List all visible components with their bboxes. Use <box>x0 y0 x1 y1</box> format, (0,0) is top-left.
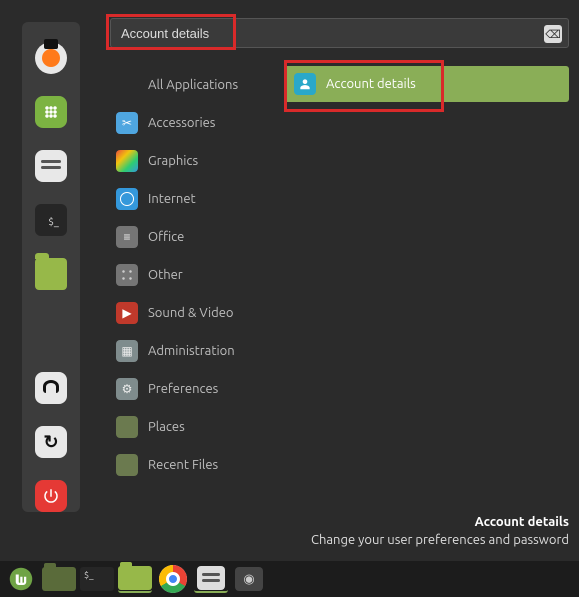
clear-search-icon[interactable]: ⌫ <box>544 25 562 43</box>
category-label: Graphics <box>148 154 198 168</box>
app-label: Account details <box>326 77 416 91</box>
play-icon: ▶ <box>116 302 138 324</box>
category-label: Administration <box>148 344 235 358</box>
taskbar-chrome[interactable] <box>156 565 190 593</box>
category-label: Accessories <box>148 116 215 130</box>
fav-quit[interactable] <box>35 480 67 512</box>
fav-logout[interactable]: ↻ <box>35 426 67 458</box>
category-other[interactable]: Other <box>110 256 270 294</box>
office-icon: ≡ <box>116 226 138 248</box>
taskbar-mint-menu[interactable] <box>4 565 38 593</box>
category-graphics[interactable]: Graphics <box>110 142 270 180</box>
search-input[interactable] <box>121 26 540 41</box>
admin-icon: ▦ <box>116 340 138 362</box>
preferences-icon: ⚙ <box>116 378 138 400</box>
application-menu: ⌫ All Applications ✂ Accessories Graphic… <box>110 18 569 539</box>
app-description: Account details Change your user prefere… <box>311 513 569 549</box>
category-icon <box>116 74 138 96</box>
favorites-panel: $_ ↻ <box>22 22 80 512</box>
fav-terminal[interactable]: $_ <box>35 204 67 236</box>
fav-lock-screen[interactable] <box>35 372 67 404</box>
category-administration[interactable]: ▦ Administration <box>110 332 270 370</box>
globe-icon <box>116 188 138 210</box>
category-office[interactable]: ≡ Office <box>110 218 270 256</box>
fav-system-settings[interactable] <box>35 150 67 182</box>
taskbar-disks[interactable]: ◉ <box>232 565 266 593</box>
taskbar-file-manager-dark[interactable] <box>42 565 76 593</box>
graphics-icon <box>116 150 138 172</box>
fav-files[interactable] <box>35 258 67 290</box>
fav-software-manager[interactable] <box>35 96 67 128</box>
category-label: Places <box>148 420 185 434</box>
category-label: Preferences <box>148 382 218 396</box>
category-all-applications[interactable]: All Applications <box>110 66 270 104</box>
category-preferences[interactable]: ⚙ Preferences <box>110 370 270 408</box>
category-label: All Applications <box>148 78 238 92</box>
taskbar-terminal[interactable]: $_ <box>80 565 114 593</box>
category-sound-video[interactable]: ▶ Sound & Video <box>110 294 270 332</box>
category-label: Recent Files <box>148 458 218 472</box>
scissors-icon: ✂ <box>116 112 138 134</box>
app-description-subtitle: Change your user preferences and passwor… <box>311 531 569 549</box>
category-label: Sound & Video <box>148 306 234 320</box>
category-label: Office <box>148 230 184 244</box>
app-account-details[interactable]: Account details <box>284 66 569 102</box>
category-internet[interactable]: Internet <box>110 180 270 218</box>
grid-icon <box>116 264 138 286</box>
user-icon <box>294 73 316 95</box>
category-label: Other <box>148 268 183 282</box>
category-places[interactable]: Places <box>110 408 270 446</box>
taskbar: $_ ◉ <box>0 561 579 597</box>
category-recent-files[interactable]: Recent Files <box>110 446 270 484</box>
taskbar-file-manager[interactable] <box>118 565 152 593</box>
application-list: Account details <box>284 66 569 484</box>
folder-icon <box>116 454 138 476</box>
category-accessories[interactable]: ✂ Accessories <box>110 104 270 142</box>
folder-icon <box>116 416 138 438</box>
app-description-title: Account details <box>311 513 569 531</box>
taskbar-settings[interactable] <box>194 565 228 593</box>
category-label: Internet <box>148 192 196 206</box>
category-list: All Applications ✂ Accessories Graphics … <box>110 66 270 484</box>
search-field[interactable]: ⌫ <box>110 18 569 48</box>
